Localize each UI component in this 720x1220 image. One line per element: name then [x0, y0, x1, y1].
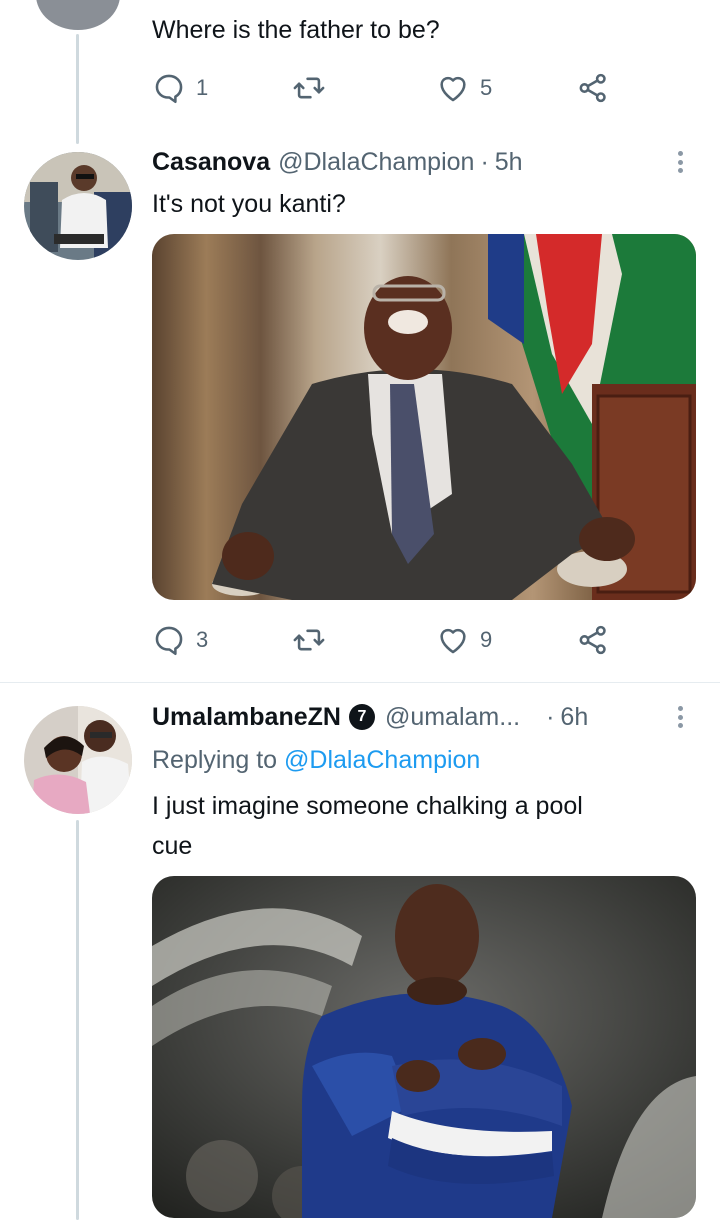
retweet-button[interactable]	[292, 68, 326, 108]
like-count: 9	[480, 627, 493, 652]
tweet2-author-handle[interactable]: @umalam...	[385, 701, 520, 733]
casanova-avatar[interactable]	[24, 152, 132, 260]
tweet1-author-handle[interactable]: @DlalaChampion	[278, 146, 474, 178]
tweet2-timestamp[interactable]: 6h	[560, 701, 588, 733]
reply-icon	[155, 626, 183, 656]
reply-button[interactable]: 1	[152, 68, 208, 108]
like-count: 5	[480, 75, 493, 100]
tweet1-image[interactable]	[152, 234, 696, 600]
reply-button[interactable]: 3	[152, 620, 208, 660]
tweet1-separator: ·	[480, 148, 489, 176]
umalambanezn-avatar[interactable]	[24, 706, 132, 814]
parent-tweet-text: Where is the father to be?	[152, 16, 440, 44]
retweet-icon	[293, 629, 325, 651]
tweet2-more-button[interactable]	[670, 702, 690, 732]
more-options-icon	[677, 151, 683, 156]
tweet2-header: UmalambaneZN 7 @umalam... · 6h	[152, 701, 588, 733]
tweet-divider	[0, 682, 720, 683]
parent-avatar[interactable]	[36, 0, 120, 30]
replying-to-line: Replying to @DlalaChampion	[152, 743, 480, 777]
reply-count: 3	[196, 627, 209, 652]
more-options-icon	[677, 706, 683, 711]
tweet2-image[interactable]	[152, 876, 696, 1218]
tweet2-text-line2: cue	[152, 832, 193, 860]
retweet-icon	[293, 77, 325, 99]
thread-line-top	[76, 34, 79, 144]
share-icon	[579, 625, 606, 655]
tweet1-actions: 3 9	[152, 620, 622, 660]
reply-icon	[155, 74, 183, 104]
heart-icon	[440, 628, 466, 654]
tweet2-author-name[interactable]: UmalambaneZN	[152, 701, 341, 733]
heart-icon	[440, 76, 466, 102]
tweet1-author-name[interactable]: Casanova	[152, 146, 270, 178]
replying-to-prefix: Replying to	[152, 746, 278, 774]
tweet1-text: It's not you kanti?	[152, 190, 346, 218]
share-button[interactable]	[576, 620, 610, 660]
like-button[interactable]: 9	[436, 620, 492, 660]
tweet1-more-button[interactable]	[670, 147, 690, 177]
replying-to-handle[interactable]: @DlalaChampion	[284, 746, 480, 774]
share-icon	[579, 73, 606, 103]
tweet2-text-line1: I just imagine someone chalking a pool	[152, 792, 583, 820]
parent-tweet-actions: 1 5	[152, 68, 622, 108]
like-button[interactable]: 5	[436, 68, 492, 108]
tweet1-timestamp[interactable]: 5h	[495, 146, 523, 178]
retweet-button[interactable]	[292, 620, 326, 660]
share-button[interactable]	[576, 68, 610, 108]
verified-badge-icon: 7	[348, 704, 375, 730]
tweet2-separator: ·	[546, 703, 555, 731]
tweet1-header: Casanova @DlalaChampion · 5h	[152, 146, 523, 178]
thread-line-tweet2	[76, 820, 79, 1220]
reply-count: 1	[196, 75, 209, 100]
